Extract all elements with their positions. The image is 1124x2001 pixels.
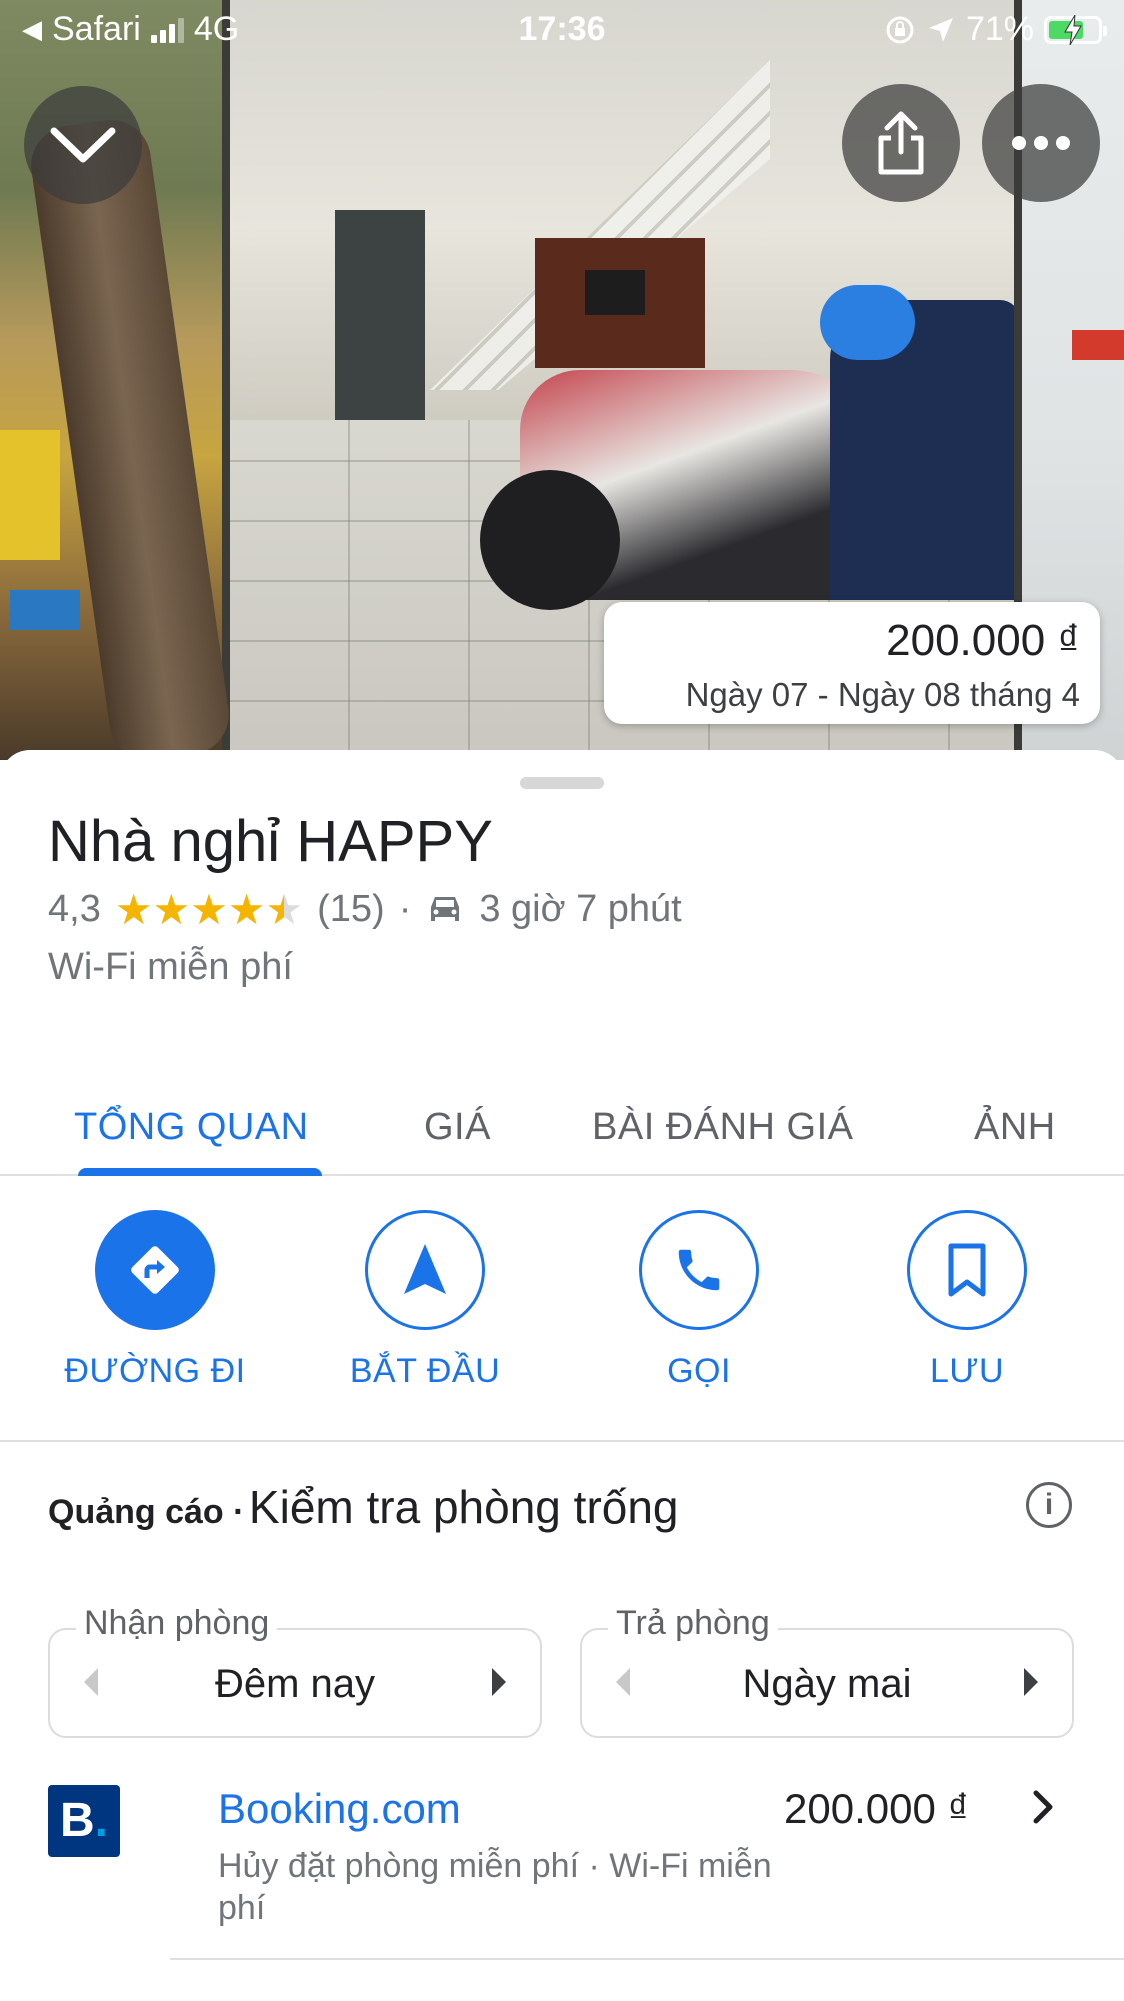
check-out-picker[interactable]: Trả phòng Ngày mai	[580, 1604, 1074, 1738]
review-count: (15)	[317, 888, 385, 930]
star-icon: ★	[190, 885, 228, 933]
tab-prices[interactable]: GIÁ	[424, 1106, 491, 1149]
save-button[interactable]: LƯU	[852, 1210, 1082, 1391]
check-in-picker[interactable]: Nhận phòng Đêm nay	[48, 1604, 542, 1738]
next-date-icon[interactable]	[492, 1668, 506, 1696]
availability-title: Kiểm tra phòng trống	[248, 1481, 679, 1533]
more-options-button[interactable]	[982, 84, 1100, 202]
star-icon: ★	[152, 885, 191, 933]
chevron-right-icon[interactable]	[1028, 1787, 1058, 1827]
call-label: GỌI	[667, 1352, 731, 1390]
half-star-icon: ★	[265, 885, 304, 933]
television	[585, 270, 645, 315]
star-icon: ★	[114, 885, 153, 933]
doorway	[335, 210, 425, 420]
section-divider	[0, 1440, 1124, 1442]
tab-overview[interactable]: TỔNG QUAN	[74, 1106, 309, 1149]
booking-offer-row[interactable]: B. Booking.com Hủy đặt phòng miễn phí · …	[48, 1785, 1124, 1955]
shop-sign	[0, 430, 60, 560]
active-tab-indicator	[78, 1168, 322, 1176]
next-date-icon[interactable]	[1024, 1668, 1038, 1696]
photo-price-card[interactable]: 200.000 ₫ Ngày 07 - Ngày 08 tháng 4	[604, 602, 1100, 724]
drag-handle[interactable]	[520, 777, 604, 789]
check-out-value: Ngày mai	[742, 1662, 912, 1706]
ad-label: Quảng cáo ·	[48, 1493, 245, 1531]
check-in-legend: Nhận phòng	[76, 1604, 278, 1643]
chevron-down-icon	[50, 127, 116, 163]
place-title: Nhà nghỉ HAPPY	[48, 809, 493, 874]
directions-icon	[131, 1246, 179, 1294]
provider-price: 200.000 ₫	[784, 1785, 970, 1832]
provider-name[interactable]: Booking.com	[218, 1785, 461, 1833]
motorbike-wheel	[480, 470, 620, 610]
info-icon[interactable]: i	[1026, 1482, 1072, 1528]
tab-photos[interactable]: ẢNH	[974, 1106, 1056, 1149]
directions-label: ĐƯỜNG ĐI	[64, 1352, 246, 1390]
status-bar: ◀ Safari 4G 17:36 71%	[0, 0, 1124, 62]
blue-bag	[820, 285, 915, 360]
check-in-value: Đêm nay	[214, 1662, 376, 1706]
place-sheet: Nhà nghỉ HAPPY 4,3 ★ ★ ★ ★ ★ (15) · 3 gi…	[0, 750, 1124, 2001]
drive-time: 3 giờ 7 phút	[479, 888, 682, 930]
battery-percent: 71%	[965, 10, 1034, 48]
rating-row[interactable]: 4,3 ★ ★ ★ ★ ★ (15) · 3 giờ 7 phút	[48, 888, 682, 931]
navigation-arrow-icon	[404, 1244, 446, 1294]
phone-icon	[678, 1249, 720, 1291]
separator-dot: ·	[398, 888, 412, 930]
call-button[interactable]: GỌI	[584, 1210, 814, 1391]
tab-reviews[interactable]: BÀI ĐÁNH GIÁ	[592, 1106, 854, 1149]
bookmark-icon	[948, 1243, 986, 1297]
location-arrow-icon	[928, 17, 953, 42]
rating-value: 4,3	[48, 888, 101, 930]
share-button[interactable]	[842, 84, 960, 202]
photo-dates: Ngày 07 - Ngày 08 tháng 4	[685, 676, 1080, 713]
battery-icon	[1044, 14, 1107, 45]
save-label: LƯU	[930, 1352, 1004, 1390]
row-divider	[170, 1958, 1124, 1960]
check-out-legend: Trả phòng	[608, 1604, 778, 1643]
star-icon: ★	[227, 885, 266, 933]
action-buttons: ĐƯỜNG ĐI BẮT ĐẦU GỌI LƯU	[0, 1210, 1124, 1410]
rotation-lock-icon	[886, 16, 914, 43]
car-icon	[431, 896, 460, 921]
provider-description: Hủy đặt phòng miễn phí · Wi-Fi miễn phí	[218, 1847, 772, 1927]
photo-price: 200.000 ₫	[886, 616, 1080, 665]
booking-logo-dot: .	[94, 1794, 109, 1847]
amenity-wifi: Wi-Fi miễn phí	[48, 946, 293, 988]
booking-logo: B.	[48, 1785, 120, 1857]
booking-logo-letter: B	[60, 1794, 95, 1847]
share-icon	[878, 111, 924, 175]
start-label: BẮT ĐẦU	[349, 1352, 501, 1390]
tab-bar: TỔNG QUAN GIÁ BÀI ĐÁNH GIÁ ẢNH	[0, 1080, 1124, 1176]
red-basket	[1072, 330, 1124, 360]
start-button[interactable]: BẮT ĐẦU	[310, 1210, 540, 1391]
availability-heading: Quảng cáo · Kiểm tra phòng trống	[48, 1480, 679, 1534]
shop-sign-blue	[10, 590, 80, 630]
more-horizontal-icon	[1012, 136, 1070, 150]
rating-stars: ★ ★ ★ ★ ★	[114, 885, 304, 933]
directions-button[interactable]: ĐƯỜNG ĐI	[40, 1210, 270, 1391]
collapse-button[interactable]	[24, 86, 142, 204]
